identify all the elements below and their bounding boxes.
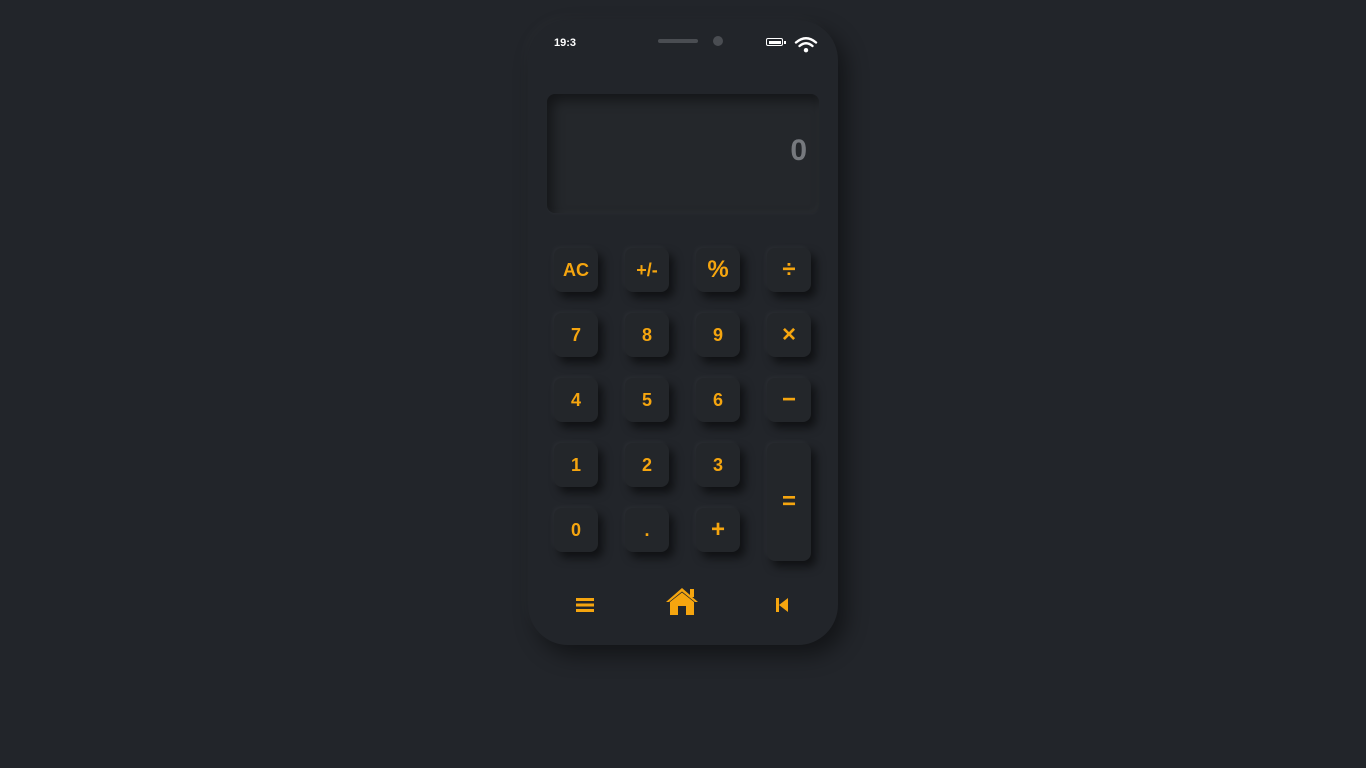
- front-camera: [713, 36, 723, 46]
- divide-button[interactable]: ÷: [767, 248, 811, 292]
- calculator-display: 0: [547, 94, 819, 213]
- phone-frame: 19:3 0 AC +/- % ÷ 7 8 9 × 4 5 6 − 1 2 3 …: [528, 20, 838, 645]
- wifi-icon: [794, 37, 818, 53]
- skip-back-icon: [776, 598, 788, 612]
- status-time: 19:3: [554, 37, 577, 49]
- multiply-button[interactable]: ×: [767, 313, 811, 357]
- speaker-grille: [658, 39, 698, 43]
- digit-6-button[interactable]: 6: [696, 378, 740, 422]
- home-icon: [666, 588, 698, 615]
- status-bar: 19:3: [528, 20, 838, 70]
- digit-4-button[interactable]: 4: [554, 378, 598, 422]
- subtract-button[interactable]: −: [767, 378, 811, 422]
- home-button[interactable]: [663, 584, 701, 618]
- decimal-button[interactable]: .: [625, 508, 669, 552]
- digit-5-button[interactable]: 5: [625, 378, 669, 422]
- digit-7-button[interactable]: 7: [554, 313, 598, 357]
- digit-0-button[interactable]: 0: [554, 508, 598, 552]
- back-button[interactable]: [770, 594, 794, 616]
- add-button[interactable]: +: [696, 508, 740, 552]
- sign-toggle-button[interactable]: +/-: [625, 248, 669, 292]
- bottom-nav-bar: [528, 580, 838, 630]
- percent-button[interactable]: %: [696, 248, 740, 292]
- digit-8-button[interactable]: 8: [625, 313, 669, 357]
- equals-button[interactable]: =: [767, 443, 811, 561]
- battery-icon: [766, 38, 786, 46]
- digit-1-button[interactable]: 1: [554, 443, 598, 487]
- digit-2-button[interactable]: 2: [625, 443, 669, 487]
- clear-button[interactable]: AC: [554, 248, 598, 292]
- menu-icon: [576, 598, 594, 612]
- digit-3-button[interactable]: 3: [696, 443, 740, 487]
- display-value: 0: [790, 134, 807, 167]
- menu-button[interactable]: [571, 594, 599, 616]
- digit-9-button[interactable]: 9: [696, 313, 740, 357]
